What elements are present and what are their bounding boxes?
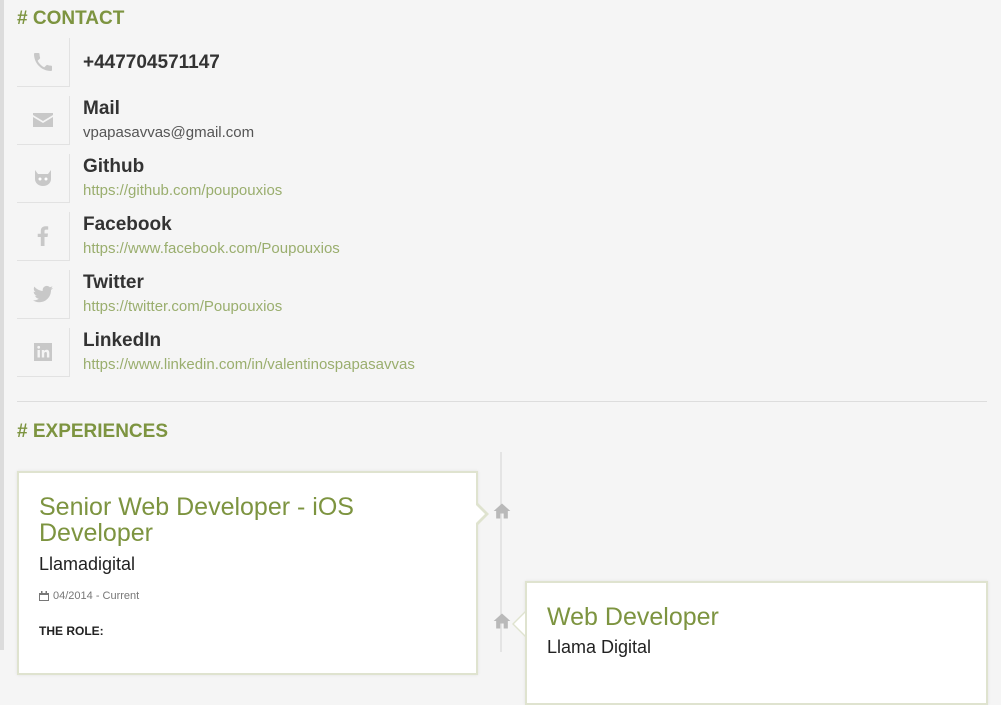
twitter-link[interactable]: https://twitter.com/Poupouxios: [83, 298, 282, 315]
page-left-border: [0, 0, 4, 650]
experience-card-1: Senior Web Developer - iOS Developer Lla…: [17, 471, 489, 675]
mail-address[interactable]: vpapasavvas@gmail.com: [83, 124, 254, 141]
job-date-text: 04/2014 - Current: [53, 590, 140, 602]
section-divider: [17, 401, 987, 402]
contact-item-facebook: Facebook https://www.facebook.com/Poupou…: [17, 212, 617, 262]
twitter-icon: [17, 270, 70, 319]
home-icon: [491, 610, 513, 632]
experiences-section-title: # EXPERIENCES: [17, 421, 168, 442]
phone-number[interactable]: +447704571147: [83, 52, 220, 74]
linkedin-link[interactable]: https://www.linkedin.com/in/valentinospa…: [83, 356, 415, 373]
github-icon: [17, 154, 70, 203]
job-title: Web Developer: [547, 603, 719, 631]
role-heading: THE ROLE:: [39, 624, 104, 638]
phone-icon: [17, 38, 70, 87]
contact-label-twitter: Twitter: [83, 272, 144, 293]
company-name: Llama Digital: [547, 637, 652, 657]
contact-item-twitter: Twitter https://twitter.com/Poupouxios: [17, 270, 617, 320]
contact-label-facebook: Facebook: [83, 214, 172, 235]
contact-label-mail: Mail: [83, 98, 120, 119]
job-title: Senior Web Developer - iOS Developer: [39, 493, 354, 547]
contact-item-linkedin: LinkedIn https://www.linkedin.com/in/val…: [17, 328, 617, 378]
contact-item-phone: +447704571147: [17, 38, 617, 88]
contact-label-linkedin: LinkedIn: [83, 330, 162, 351]
contact-label-github: Github: [83, 156, 145, 177]
home-icon: [491, 500, 513, 522]
facebook-icon: [17, 212, 70, 261]
experience-card-2: Web Developer Llama Digital: [512, 581, 988, 705]
facebook-link[interactable]: https://www.facebook.com/Poupouxios: [83, 240, 340, 257]
contact-section-title: # CONTACT: [17, 8, 125, 29]
calendar-icon: [39, 591, 49, 601]
card-pointer: [512, 611, 525, 637]
card-pointer: [474, 501, 489, 527]
contact-item-github: Github https://github.com/poupouxios: [17, 154, 617, 204]
company-name: Llamadigital: [39, 554, 136, 574]
mail-icon: [17, 96, 70, 145]
job-date: 04/2014 - Current: [39, 590, 139, 602]
contact-item-mail: Mail vpapasavvas@gmail.com: [17, 96, 617, 146]
linkedin-icon: [17, 328, 70, 377]
github-link[interactable]: https://github.com/poupouxios: [83, 182, 282, 199]
